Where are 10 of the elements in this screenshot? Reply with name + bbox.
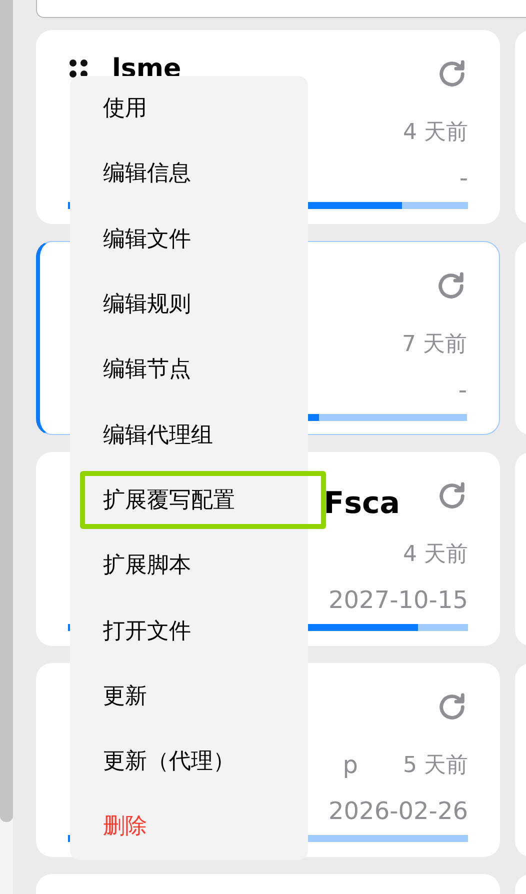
updated-time: 4 天前 (403, 118, 468, 146)
expire-date: 2026-02-26 (328, 796, 468, 827)
updated-time: 7 天前 (402, 330, 467, 358)
updated-time: 5 天前 (403, 752, 468, 780)
profile-subtitle: p (342, 750, 358, 781)
expire-date: 2027-10-15 (328, 585, 468, 616)
updated-time: 4 天前 (403, 540, 468, 568)
expire-date: - (458, 375, 467, 406)
expire-date: - (459, 163, 468, 194)
profile-title: Fsca (324, 486, 400, 522)
